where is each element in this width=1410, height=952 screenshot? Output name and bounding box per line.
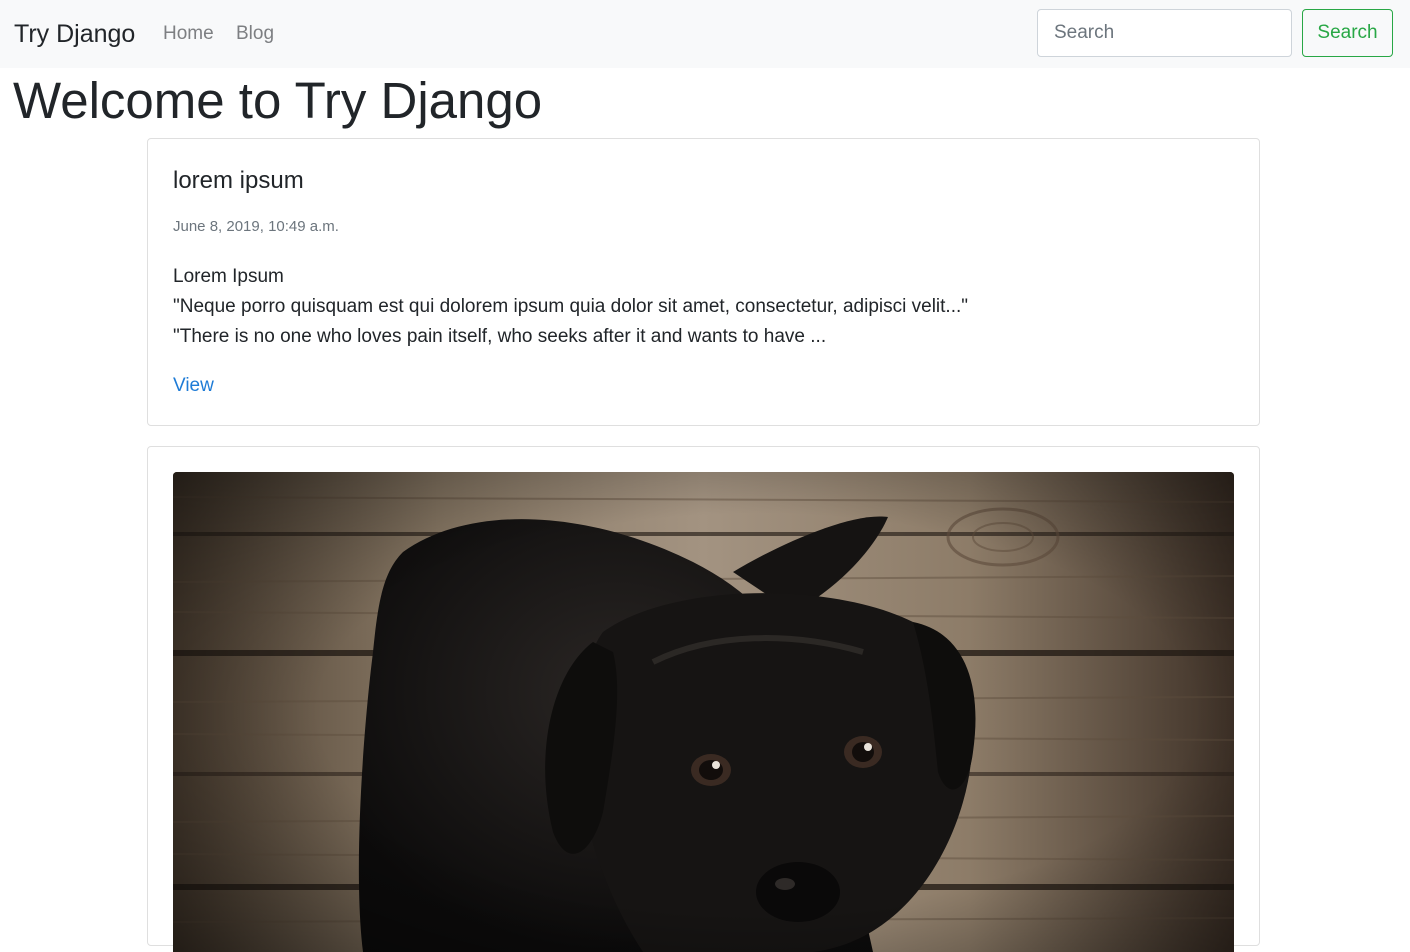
post-card	[147, 446, 1260, 952]
page-title: Welcome to Try Django	[13, 72, 543, 129]
search-input[interactable]	[1037, 9, 1292, 57]
post-card: lorem ipsum June 8, 2019, 10:49 a.m. Lor…	[147, 138, 1260, 426]
post-excerpt-line: "Neque porro quisquam est qui dolorem ip…	[173, 296, 968, 317]
navbar: Try Django Home Blog Search	[0, 0, 1410, 68]
post-title: lorem ipsum	[173, 167, 304, 194]
post-excerpt-line: "There is no one who loves pain itself, …	[173, 326, 827, 347]
search-button[interactable]: Search	[1302, 9, 1393, 57]
post-excerpt-line: Lorem Ipsum	[173, 266, 284, 287]
brand-link[interactable]: Try Django	[14, 18, 135, 50]
post-excerpt: Lorem Ipsum "Neque porro quisquam est qu…	[173, 262, 968, 352]
post-date: June 8, 2019, 10:49 a.m.	[173, 218, 339, 235]
nav-link-home[interactable]: Home	[163, 22, 214, 46]
view-post-link[interactable]: View	[173, 373, 214, 399]
nav-link-blog[interactable]: Blog	[236, 22, 274, 46]
post-image-puppy	[173, 472, 1234, 952]
